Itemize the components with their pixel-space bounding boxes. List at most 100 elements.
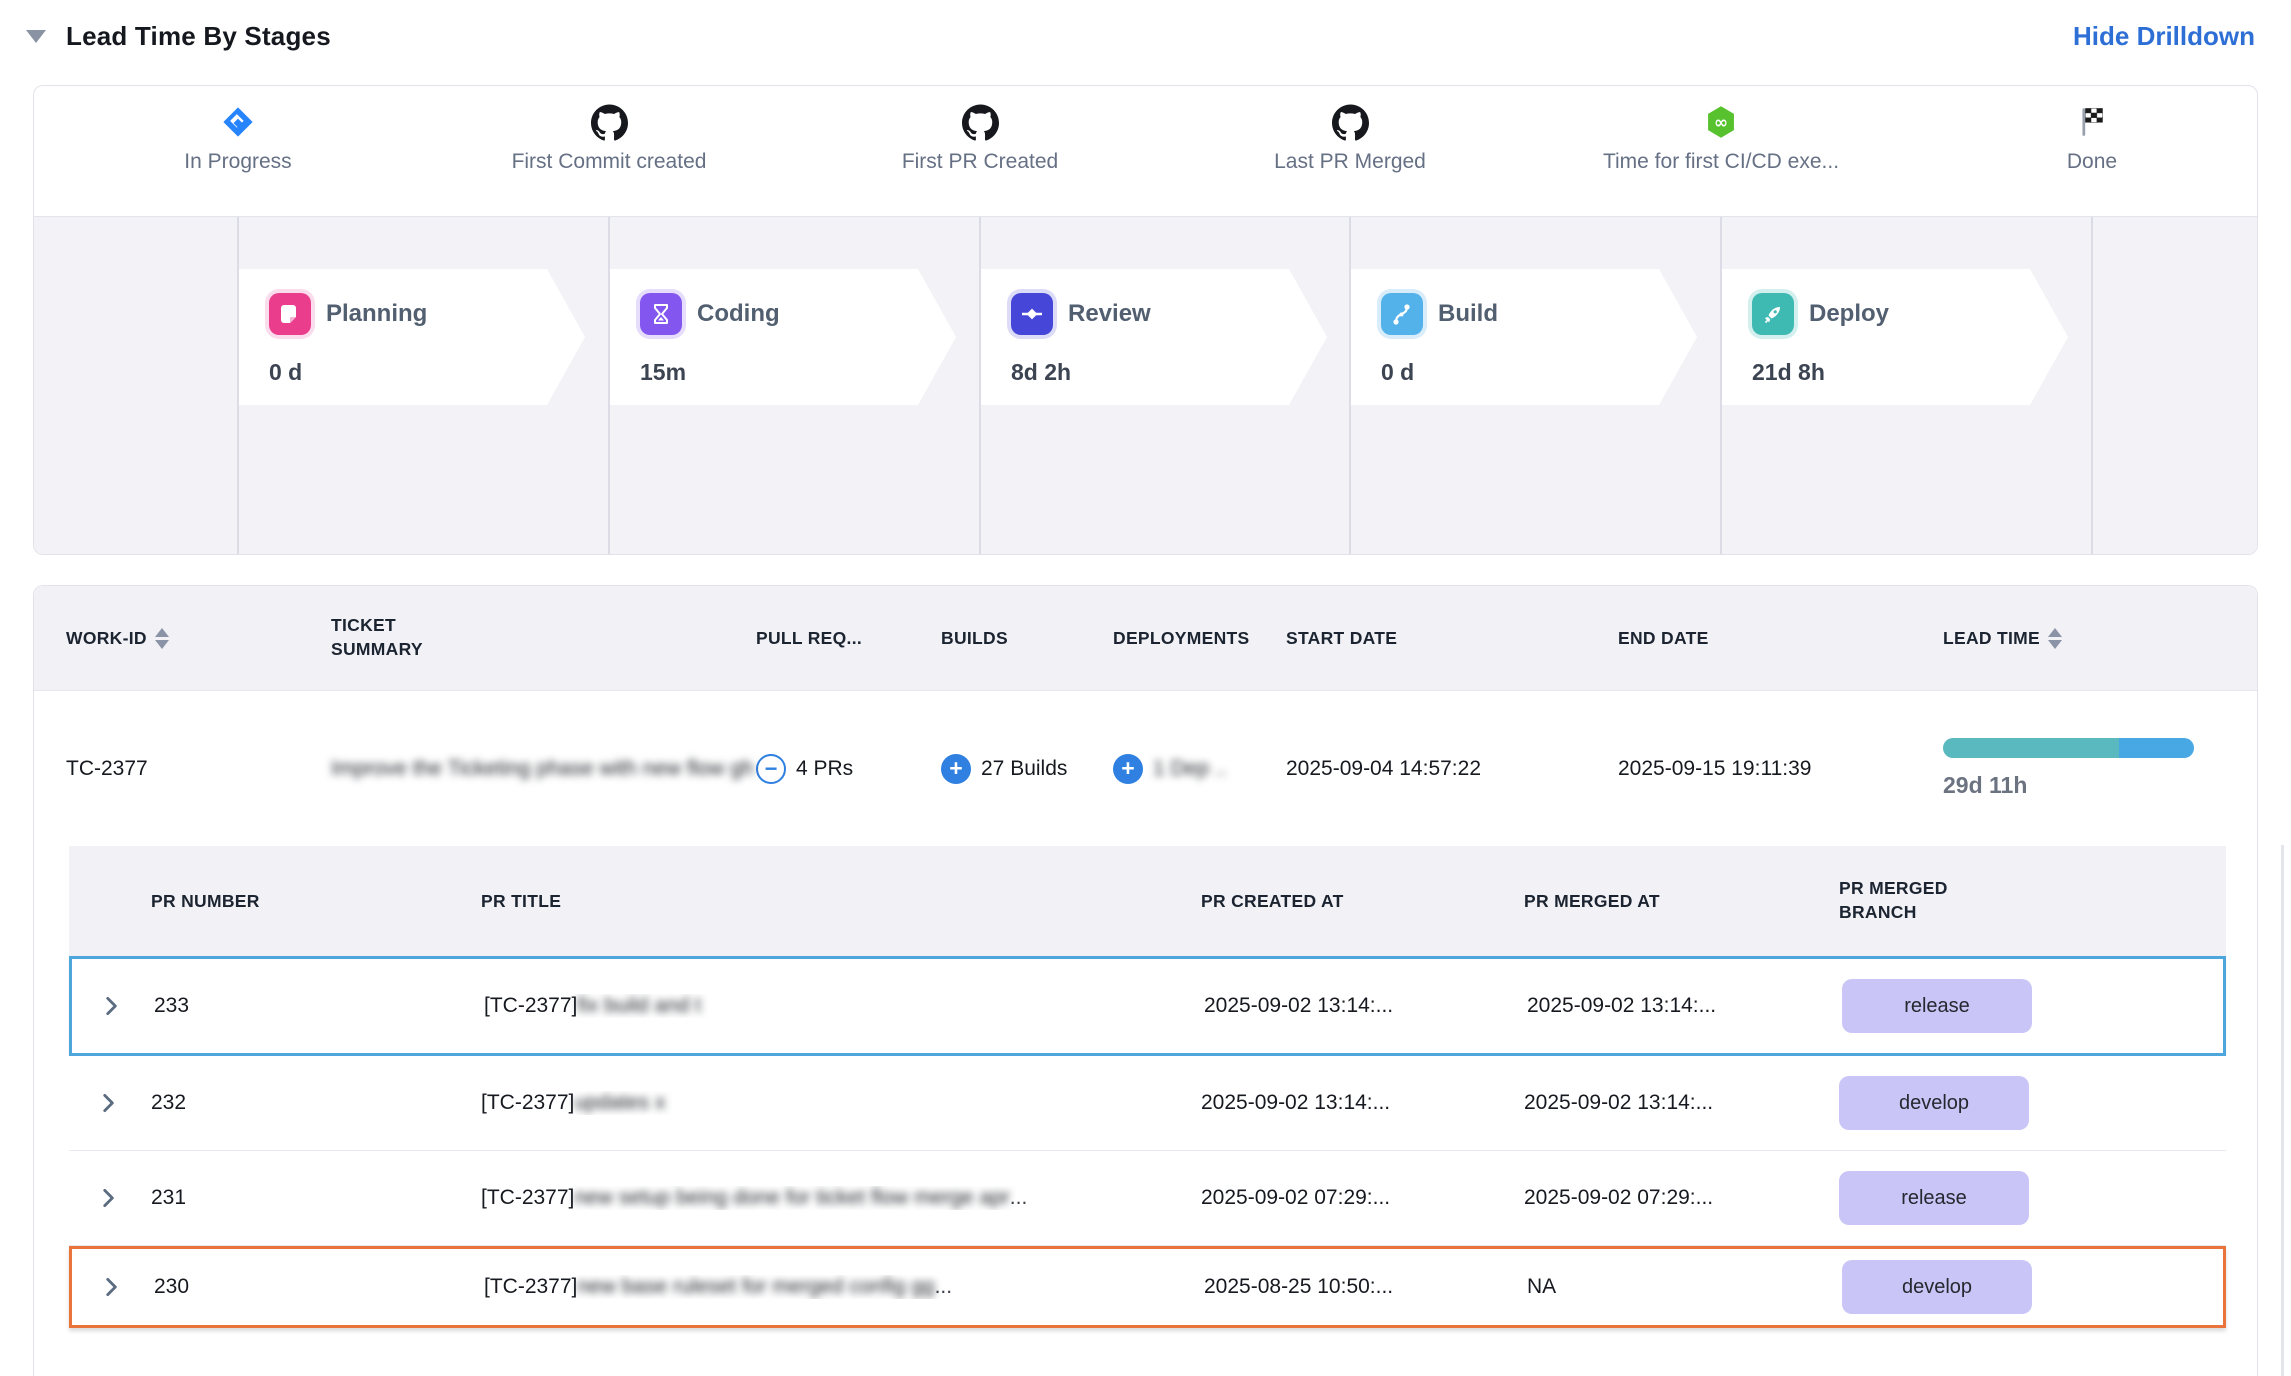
drilldown-header: Lead Time By Stages Hide Drilldown [0, 0, 2291, 56]
collapse-triangle-icon[interactable] [26, 30, 46, 43]
work-id-value: TC-2377 [66, 757, 331, 781]
github-icon [795, 102, 1165, 142]
hourglass-icon [640, 293, 682, 335]
stage-name: Planning [326, 300, 427, 328]
sort-icon[interactable] [155, 628, 169, 649]
start-date-value: 2025-09-04 14:57:22 [1286, 757, 1618, 781]
stage-card-review: Review 8d 2h [981, 269, 1327, 405]
expand-circle-icon[interactable]: + [1113, 754, 1143, 784]
work-table-header: WORK-ID TICKET SUMMARY PULL REQ... BUILD… [34, 586, 2257, 691]
col-builds: BUILDS [941, 628, 1113, 649]
pr-created-at: 2025-09-02 13:14:... [1204, 994, 1527, 1018]
column-divider [2091, 217, 2093, 554]
col-start-date: START DATE [1286, 628, 1618, 649]
jira-icon [53, 102, 423, 142]
stage-duration: 15m [640, 359, 956, 386]
page-title: Lead Time By Stages [66, 21, 331, 52]
rocket-icon [1752, 293, 1794, 335]
pr-merged-at: 2025-09-02 13:14:... [1524, 1091, 1839, 1115]
stage-duration: 0 d [269, 359, 585, 386]
col-lead-time[interactable]: LEAD TIME [1943, 628, 2257, 649]
chevron-right-icon[interactable] [72, 993, 154, 1019]
milestone-first-commit: First Commit created [424, 102, 794, 174]
col-ticket-summary: TICKET SUMMARY [331, 614, 471, 661]
pr-number: 232 [151, 1091, 481, 1115]
col-work-id[interactable]: WORK-ID [66, 628, 331, 649]
git-commit-icon [1011, 293, 1053, 335]
stage-name: Coding [697, 300, 780, 328]
milestone-first-pr: First PR Created [795, 102, 1165, 174]
stage-duration: 21d 8h [1752, 359, 2068, 386]
planning-icon [269, 293, 311, 335]
milestone-last-pr-merged: Last PR Merged [1165, 102, 1535, 174]
chevron-right-icon[interactable] [69, 1090, 151, 1116]
branch-badge: release [1842, 979, 2032, 1033]
milestone-label: Time for first CI/CD exe... [1536, 150, 1906, 174]
git-branch-icon [1381, 293, 1423, 335]
github-icon [424, 102, 794, 142]
lead-time-bar-segment-teal [1943, 738, 2119, 758]
lead-time-cell: 29d 11h [1943, 738, 2257, 799]
work-item-row: TC-2377 Improve the Ticketing phase with… [34, 691, 2257, 846]
col-pr-created-at: PR CREATED AT [1201, 891, 1524, 912]
deployments-cell[interactable]: + 1 Dep .. [1113, 754, 1286, 784]
stage-card-planning: Planning 0 d [239, 269, 585, 405]
lead-time-bar [1943, 738, 2194, 758]
stage-track: Planning 0 d Coding 15m Review 8d 2h [34, 216, 2257, 554]
builds-cell[interactable]: + 27 Builds [941, 754, 1113, 784]
col-pr-merged-at: PR MERGED AT [1524, 891, 1839, 912]
pr-row-231[interactable]: 231 [TC-2377] new setup being done for t… [69, 1151, 2226, 1246]
ticket-summary-redacted: Improve the Ticketing phase with new flo… [331, 757, 756, 781]
milestone-label: Last PR Merged [1165, 150, 1535, 174]
stage-name: Deploy [1809, 300, 1889, 328]
col-end-date: END DATE [1618, 628, 1943, 649]
finish-flag-icon [1912, 102, 2258, 142]
column-divider [1720, 217, 1722, 554]
milestone-label: In Progress [53, 150, 423, 174]
expand-circle-icon[interactable]: + [941, 754, 971, 784]
col-pr-title: PR TITLE [481, 891, 1201, 912]
scrollbar-track[interactable] [2281, 845, 2284, 1376]
milestone-cicd: ∞ Time for first CI/CD exe... [1536, 102, 1906, 174]
chevron-right-icon[interactable] [72, 1274, 154, 1300]
lead-time-stages-panel: In Progress First Commit created First P… [33, 85, 2258, 555]
collapse-circle-icon[interactable]: − [756, 754, 786, 784]
pr-row-230[interactable]: 230 [TC-2377]new base ruleset for merged… [69, 1246, 2226, 1328]
column-divider [1349, 217, 1351, 554]
pr-table-header: PR NUMBER PR TITLE PR CREATED AT PR MERG… [69, 846, 2226, 956]
pr-number: 230 [154, 1275, 484, 1299]
stage-name: Build [1438, 300, 1498, 328]
sort-icon[interactable] [2048, 628, 2062, 649]
deployments-redacted: 1 Dep .. [1153, 757, 1227, 781]
builds-count: 27 Builds [981, 757, 1067, 781]
milestone-done: Done [1912, 102, 2258, 174]
cicd-icon: ∞ [1536, 102, 1906, 142]
end-date-value: 2025-09-15 19:11:39 [1618, 757, 1943, 781]
milestone-label: Done [1912, 150, 2258, 174]
column-divider [237, 217, 239, 554]
work-items-table: WORK-ID TICKET SUMMARY PULL REQ... BUILD… [33, 585, 2258, 1376]
pr-merged-at: 2025-09-02 07:29:... [1524, 1186, 1839, 1210]
pr-title: [TC-2377] new setup being done for ticke… [481, 1186, 1201, 1210]
pr-created-at: 2025-08-25 10:50:... [1204, 1275, 1527, 1299]
pr-row-233[interactable]: 233 [TC-2377]fix build and t 2025-09-02 … [69, 956, 2226, 1056]
chevron-right-icon[interactable] [69, 1185, 151, 1211]
col-pr-merged-branch: PR MERGED BRANCH [1839, 877, 2009, 924]
lead-time-value: 29d 11h [1943, 772, 2257, 799]
pull-requests-cell[interactable]: − 4 PRs [756, 754, 941, 784]
column-divider [979, 217, 981, 554]
branch-badge: develop [1839, 1076, 2029, 1130]
stage-name: Review [1068, 300, 1151, 328]
stage-card-deploy: Deploy 21d 8h [1722, 269, 2068, 405]
pr-row-232[interactable]: 232 [TC-2377] updates x 2025-09-02 13:14… [69, 1056, 2226, 1151]
stage-card-coding: Coding 15m [610, 269, 956, 405]
column-divider [608, 217, 610, 554]
pr-table: PR NUMBER PR TITLE PR CREATED AT PR MERG… [69, 846, 2226, 1328]
stage-duration: 8d 2h [1011, 359, 1327, 386]
col-pull-requests: PULL REQ... [756, 628, 941, 649]
branch-badge: develop [1842, 1260, 2032, 1314]
hide-drilldown-link[interactable]: Hide Drilldown [2073, 21, 2255, 52]
svg-text:∞: ∞ [1714, 112, 1728, 132]
pr-number: 233 [154, 994, 484, 1018]
pr-number: 231 [151, 1186, 481, 1210]
